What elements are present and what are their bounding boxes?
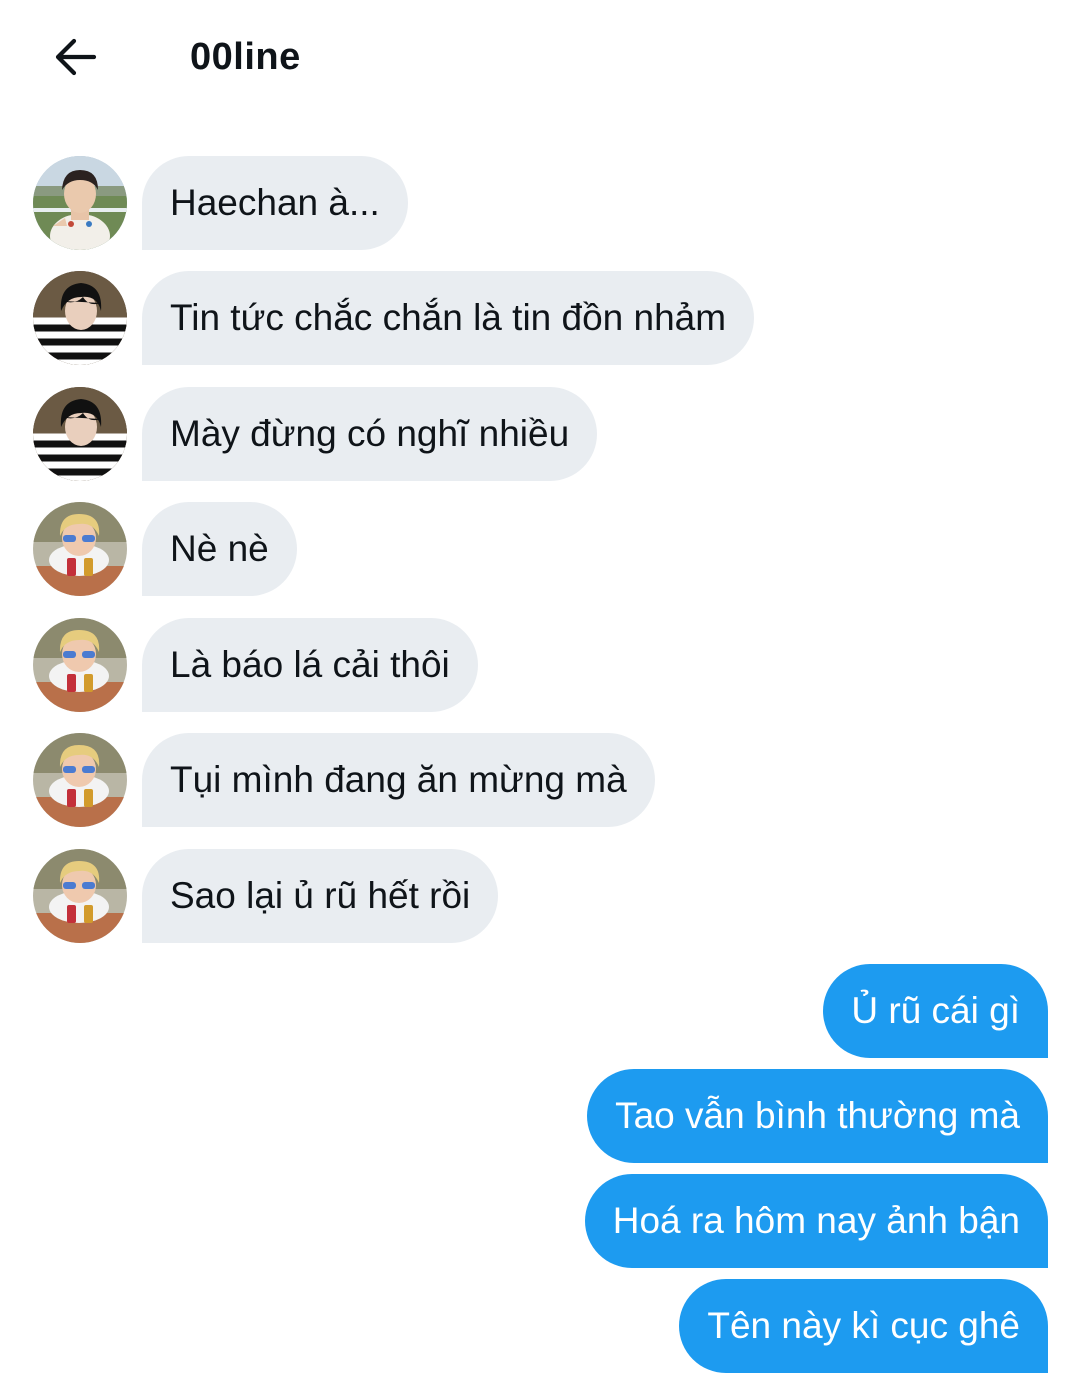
message-bubble[interactable]: Haechan à... [142,156,408,250]
avatar[interactable] [33,502,127,596]
avatar[interactable] [33,387,127,481]
avatar[interactable] [33,733,127,827]
message-incoming: Haechan à... [0,156,1080,250]
message-incoming: Sao lại ủ rũ hết rồi [0,849,1080,943]
message-bubble[interactable]: Tụi mình đang ăn mừng mà [142,733,655,827]
avatar[interactable] [33,618,127,712]
conversation-title: 00line [190,36,301,78]
conversation-header: 00line [0,0,1080,118]
message-incoming: Tin tức chắc chắn là tin đồn nhảm [0,271,1080,365]
message-outgoing: Tao vẫn bình thường mà [0,1069,1080,1163]
message-bubble[interactable]: Là báo lá cải thôi [142,618,478,712]
message-bubble[interactable]: Tao vẫn bình thường mà [587,1069,1048,1163]
message-bubble[interactable]: Tin tức chắc chắn là tin đồn nhảm [142,271,755,365]
back-button[interactable] [44,26,106,88]
message-bubble[interactable]: Mày đừng có nghĩ nhiều [142,387,598,481]
message-bubble[interactable]: Tên này kì cục ghê [679,1279,1048,1373]
message-bubble[interactable]: Nè nè [142,502,297,596]
message-bubble[interactable]: Sao lại ủ rũ hết rồi [142,849,499,943]
arrow-left-icon [55,38,97,76]
message-incoming: Là báo lá cải thôi [0,618,1080,712]
avatar[interactable] [33,156,127,250]
message-incoming: Mày đừng có nghĩ nhiều [0,387,1080,481]
avatar[interactable] [33,849,127,943]
message-incoming: Nè nè [0,502,1080,596]
message-incoming: Tụi mình đang ăn mừng mà [0,733,1080,827]
message-bubble[interactable]: Ủ rũ cái gì [823,964,1048,1058]
avatar[interactable] [33,271,127,365]
message-outgoing: Ủ rũ cái gì [0,964,1080,1058]
message-bubble[interactable]: Hoá ra hôm nay ảnh bận [584,1174,1048,1268]
message-outgoing: Hoá ra hôm nay ảnh bận [0,1174,1080,1268]
message-outgoing: Tên này kì cục ghê [0,1279,1080,1373]
